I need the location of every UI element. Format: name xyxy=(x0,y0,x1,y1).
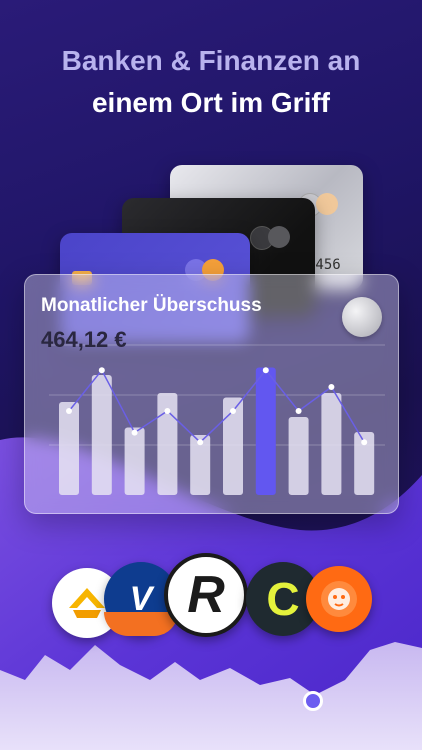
volksbank-letter: V xyxy=(129,579,153,618)
chart-point xyxy=(328,384,335,390)
chart-bar xyxy=(91,375,112,495)
chart-bar xyxy=(288,417,309,495)
headline: Banken & Finanzen an einem Ort im Griff xyxy=(0,40,422,124)
card-logo-circle xyxy=(268,226,290,248)
ing-logo[interactable] xyxy=(306,566,372,632)
headline-line-1: Banken & Finanzen an xyxy=(61,45,361,76)
lion-icon xyxy=(321,581,357,617)
chart-bar xyxy=(59,402,79,495)
headline-line-2: einem Ort im Griff xyxy=(91,87,331,118)
curve-letter: C xyxy=(266,573,300,625)
chart-point xyxy=(361,439,368,446)
chart-trend-line xyxy=(68,368,365,444)
panel-title: Monatlicher Überschuss xyxy=(41,295,262,316)
chart-point xyxy=(164,408,171,414)
chart-point xyxy=(295,408,302,414)
chart-bar xyxy=(255,367,276,495)
chart-bar xyxy=(124,427,145,495)
revolut-logo[interactable]: R xyxy=(164,553,248,637)
chart-point xyxy=(230,408,236,414)
surplus-panel: Monatlicher Überschuss 464,12 € xyxy=(24,274,399,514)
commerzbank-ribbon-icon xyxy=(69,588,105,618)
cube-icon xyxy=(342,297,382,337)
revolut-letter: R xyxy=(187,566,225,624)
chart-point xyxy=(131,429,138,436)
chart-bar xyxy=(321,393,342,495)
chart-point xyxy=(262,367,269,374)
chart-point xyxy=(197,439,204,446)
card-logo-circle xyxy=(316,193,338,215)
timeline-marker[interactable] xyxy=(303,691,323,711)
surplus-amount: 464,12 € xyxy=(41,327,127,352)
chart-point xyxy=(98,367,105,374)
app-screen: Banken & Finanzen an einem Ort im Griff … xyxy=(0,0,422,750)
chart-point xyxy=(66,408,72,414)
